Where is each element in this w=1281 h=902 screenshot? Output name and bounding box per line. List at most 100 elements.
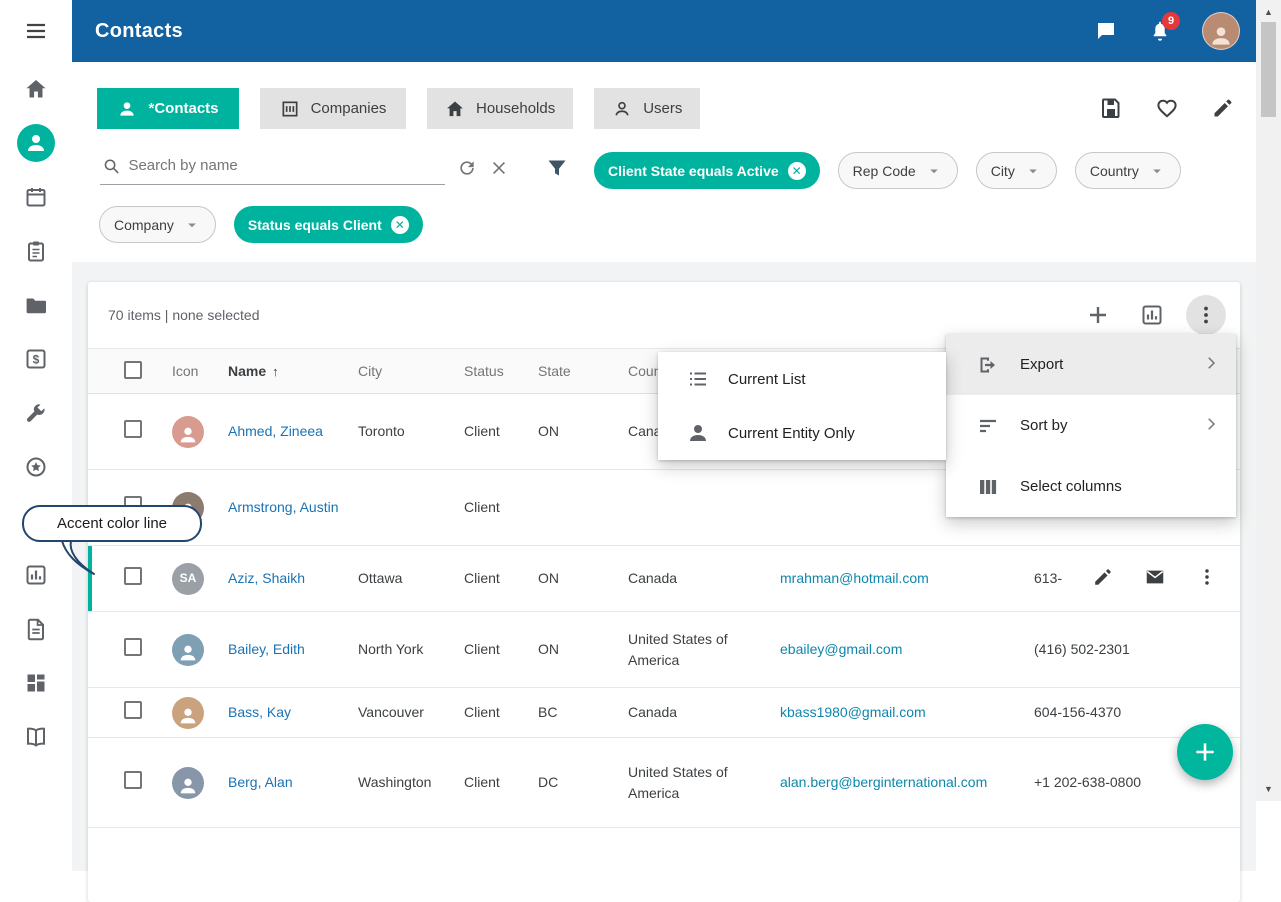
chip-company[interactable]: Company [99,206,216,243]
contact-name-link[interactable]: Aziz, Shaikh [228,568,305,589]
person-outline-icon [612,99,632,119]
vertical-scrollbar[interactable]: ▲ ▼ [1256,0,1281,801]
sidebar-item-service[interactable] [0,386,72,440]
column-header-icon[interactable]: Icon [172,363,228,379]
chip-country[interactable]: Country [1075,152,1181,189]
search-input[interactable] [128,157,443,174]
submenu-item-current-list[interactable]: Current List [658,352,946,406]
chip-client-state[interactable]: Client State equals Active ✕ [594,152,820,189]
add-column-button[interactable] [1078,295,1118,335]
chip-status[interactable]: Status equals Client ✕ [234,206,423,243]
favorite-button[interactable] [1155,96,1179,120]
columns-icon [976,475,1000,499]
submenu-item-current-entity[interactable]: Current Entity Only [658,406,946,460]
user-avatar[interactable] [1202,12,1240,50]
contact-name-link[interactable]: Ahmed, Zineea [228,421,323,442]
tab-contacts[interactable]: *Contacts [97,88,239,129]
scroll-up-arrow[interactable]: ▲ [1256,5,1281,19]
refresh-button[interactable] [457,158,477,178]
select-all-checkbox[interactable] [124,361,142,379]
row-checkbox[interactable] [124,701,142,719]
sidebar-item-notes[interactable] [0,602,72,656]
chevron-down-icon [1024,162,1042,180]
row-checkbox[interactable] [124,420,142,438]
sidebar-item-address-book[interactable] [0,710,72,764]
sort-icon [976,414,1000,438]
chip-city[interactable]: City [976,152,1057,189]
cell-city: North York [358,639,464,660]
menu-item-export[interactable]: Export [946,334,1236,395]
plus-icon [1086,303,1110,327]
chip-label: Company [114,217,174,233]
table-row: Bailey, Edith North York Client ON Unite… [88,612,1240,688]
email-row-button[interactable] [1144,566,1166,591]
sidebar-item-rewards[interactable] [0,440,72,494]
cell-city: Washington [358,772,464,793]
building-icon [280,99,300,119]
row-more-button[interactable] [1196,566,1218,591]
edit-row-button[interactable] [1092,566,1114,591]
row-checkbox[interactable] [124,771,142,789]
more-options-button[interactable] [1186,295,1226,335]
cell-state: ON [538,568,628,589]
sidebar-item-quotes[interactable] [0,332,72,386]
hamburger-menu-button[interactable] [0,0,72,62]
table-row: Berg, Alan Washington Client DC United S… [88,738,1240,828]
email-link[interactable]: kbass1980@gmail.com [780,704,926,720]
sidebar-item-calendar[interactable] [0,170,72,224]
avatar[interactable] [172,697,204,729]
save-view-button[interactable] [1099,96,1123,120]
chip-label: Rep Code [853,163,916,179]
contact-name-link[interactable]: Bailey, Edith [228,639,305,660]
sidebar-item-dashboards[interactable] [0,656,72,710]
remove-chip-icon[interactable]: ✕ [788,162,806,180]
email-link[interactable]: mrahman@hotmail.com [780,570,929,586]
chip-rep-code[interactable]: Rep Code [838,152,958,189]
scroll-thumb[interactable] [1261,22,1276,117]
cell-state: ON [538,421,628,442]
tab-users[interactable]: Users [594,88,700,129]
remove-chip-icon[interactable]: ✕ [391,216,409,234]
tab-households[interactable]: Households [427,88,573,129]
person-icon [177,642,199,664]
avatar[interactable] [172,634,204,666]
heart-icon [1155,96,1179,120]
page-title: Contacts [95,20,183,43]
cell-city: Vancouver [358,702,464,723]
chip-label: Client State equals Active [608,163,779,179]
notifications-button[interactable]: 9 [1148,19,1172,43]
cell-country: Canada [628,702,780,723]
menu-item-sort-by[interactable]: Sort by [946,395,1236,456]
avatar[interactable] [172,767,204,799]
clear-search-button[interactable] [489,158,509,178]
sidebar-item-tasks[interactable] [0,224,72,278]
edit-button[interactable] [1211,96,1235,120]
chat-button[interactable] [1094,19,1118,43]
column-header-state[interactable]: State [538,363,628,379]
column-header-status[interactable]: Status [464,363,538,379]
contact-name-link[interactable]: Armstrong, Austin [228,497,339,518]
tab-companies[interactable]: Companies [260,88,406,129]
add-contact-fab[interactable] [1177,724,1233,780]
filter-button[interactable] [545,156,569,180]
email-link[interactable]: alan.berg@berginternational.com [780,774,987,790]
person-icon [686,421,710,445]
sidebar-item-contacts[interactable] [0,116,72,170]
menu-item-select-columns[interactable]: Select columns [946,456,1236,517]
contact-name-link[interactable]: Berg, Alan [228,772,293,793]
contact-name-link[interactable]: Bass, Kay [228,702,291,723]
sidebar-item-files[interactable] [0,278,72,332]
insert-chart-button[interactable] [1132,295,1172,335]
column-header-city[interactable]: City [358,363,464,379]
scroll-down-arrow[interactable]: ▼ [1256,782,1281,796]
email-link[interactable]: ebailey@gmail.com [780,641,902,657]
row-checkbox[interactable] [124,638,142,656]
column-header-name[interactable]: Name↑ [228,363,358,379]
chip-label: Country [1090,163,1139,179]
row-checkbox[interactable] [124,567,142,585]
sidebar-item-home[interactable] [0,62,72,116]
cell-status: Client [464,772,538,793]
avatar-initials[interactable]: SA [172,563,204,595]
main-content: *Contacts Companies Households Users [72,62,1256,801]
avatar[interactable] [172,416,204,448]
